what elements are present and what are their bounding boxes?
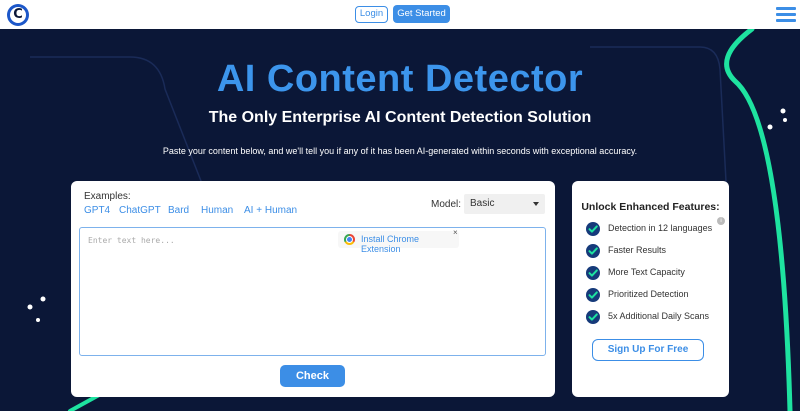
logo-letter: C <box>13 7 23 22</box>
page-description: Paste your content below, and we'll tell… <box>162 146 638 156</box>
sign-up-button[interactable]: Sign Up For Free <box>592 339 704 361</box>
check-badge-icon <box>586 266 600 280</box>
examples-label: Examples: <box>84 191 131 202</box>
feature-label: 5x Additional Daily Scans <box>608 311 710 321</box>
menu-bar <box>776 19 796 22</box>
example-link-chatgpt[interactable]: ChatGPT <box>119 205 161 216</box>
logo-inner: C <box>10 7 26 23</box>
feature-label: Faster Results <box>608 245 667 255</box>
detector-card: Examples: GPT4 ChatGPT Bard Human AI + H… <box>71 181 555 397</box>
example-link-human[interactable]: Human <box>201 205 233 216</box>
content-text-input[interactable]: Enter text here... Install Chrome Extens… <box>79 227 546 356</box>
feature-label: More Text Capacity <box>608 267 685 277</box>
check-badge-icon <box>586 310 600 324</box>
example-link-gpt4[interactable]: GPT4 <box>84 205 110 216</box>
text-input-placeholder: Enter text here... <box>88 236 175 245</box>
hamburger-menu-icon[interactable] <box>776 7 796 22</box>
feature-label: Prioritized Detection <box>608 289 689 299</box>
chevron-down-icon <box>533 202 539 206</box>
page-subtitle: The Only Enterprise AI Content Detection… <box>208 109 592 126</box>
chrome-icon <box>344 234 355 245</box>
get-started-button[interactable]: Get Started <box>393 5 450 23</box>
features-title: Unlock Enhanced Features: <box>581 201 720 213</box>
check-badge-icon <box>586 288 600 302</box>
features-card: Unlock Enhanced Features: i Detection in… <box>572 181 729 397</box>
c-logo-icon[interactable]: C <box>7 4 29 26</box>
menu-bar <box>776 7 796 10</box>
close-icon[interactable]: × <box>453 228 458 237</box>
top-navigation-bar: C Login Get Started <box>0 0 800 29</box>
model-label: Model: <box>431 199 462 210</box>
example-link-ai-human[interactable]: AI + Human <box>244 205 297 216</box>
check-badge-icon <box>586 244 600 258</box>
model-selected-value: Basic <box>470 198 495 209</box>
check-badge-icon <box>586 222 600 236</box>
chrome-extension-label: Install Chrome Extension <box>361 234 420 254</box>
info-icon[interactable]: i <box>717 217 725 225</box>
feature-label: Detection in 12 languages <box>608 223 713 233</box>
page-title: AI Content Detector <box>216 58 584 100</box>
menu-bar <box>776 13 796 16</box>
example-link-bard[interactable]: Bard <box>168 205 189 216</box>
login-button[interactable]: Login <box>355 6 388 23</box>
model-select[interactable]: Basic <box>464 194 545 214</box>
install-chrome-extension-button[interactable]: Install Chrome Extension × <box>338 228 459 254</box>
check-button[interactable]: Check <box>280 365 345 387</box>
